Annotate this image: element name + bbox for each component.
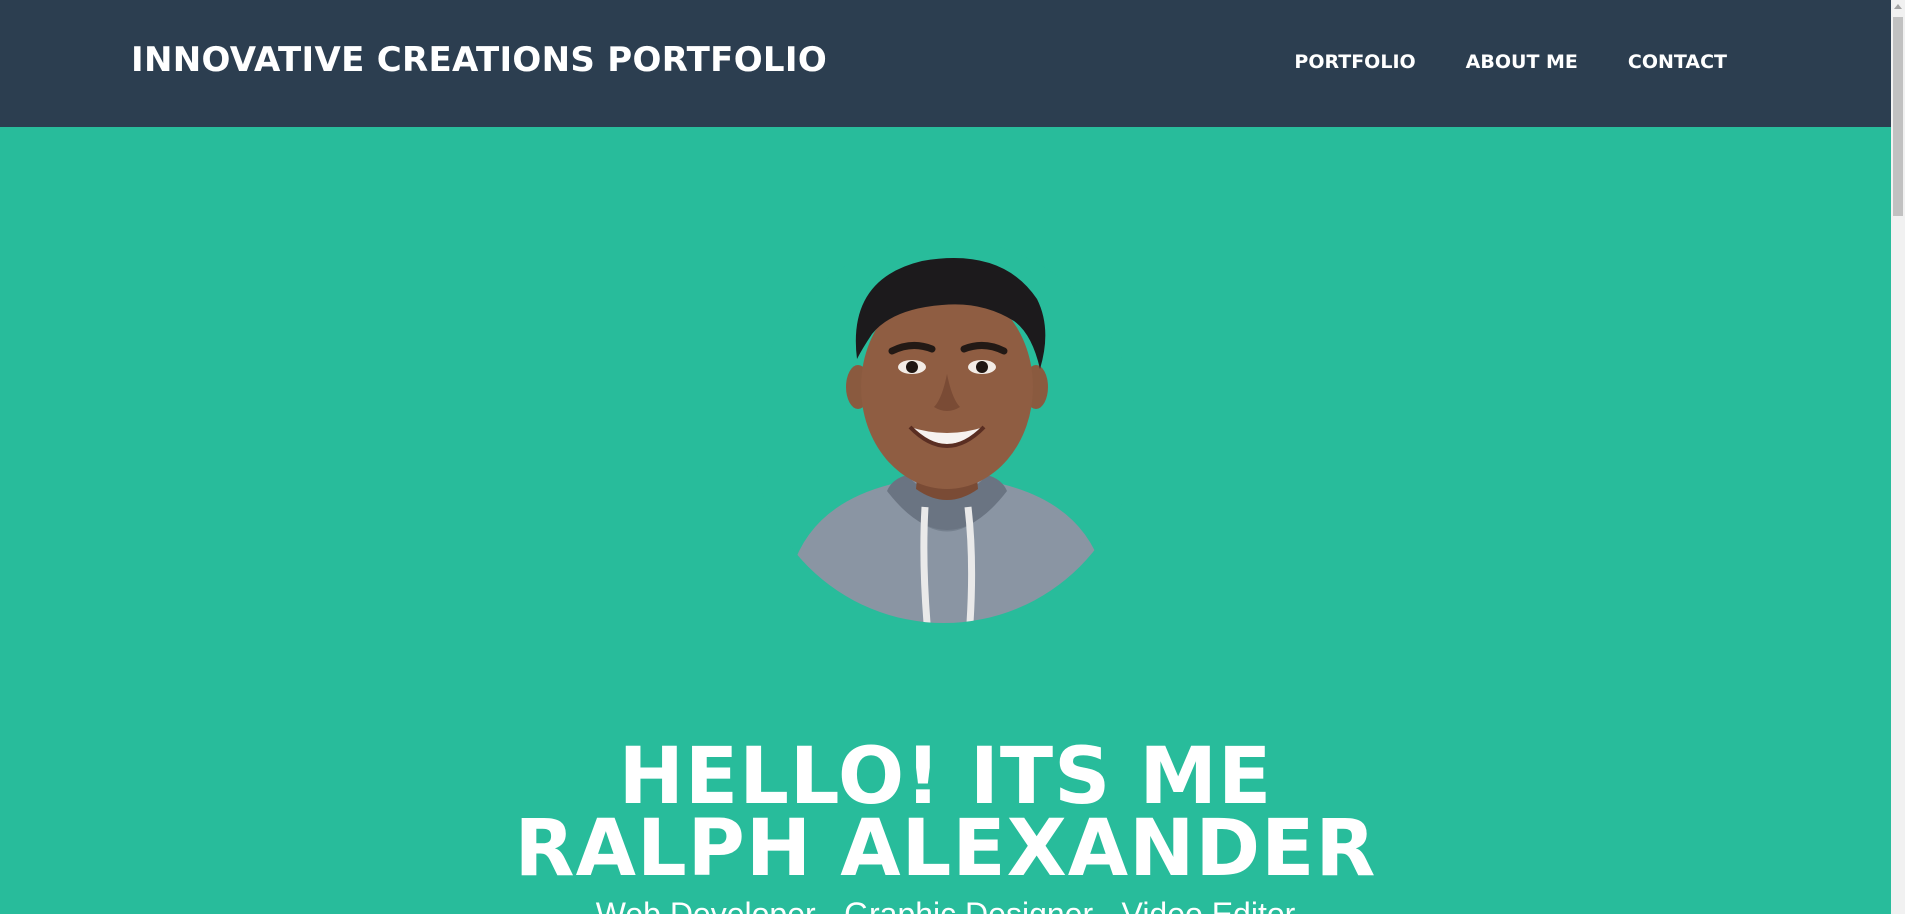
nav-links: PORTFOLIO ABOUT ME CONTACT — [1244, 50, 1727, 74]
hero-subtitle: Web Developer - Graphic Designer - Video… — [595, 896, 1296, 914]
hero-heading: HELLO! ITS ME RALPH ALEXANDER — [0, 732, 1891, 895]
brand-link[interactable]: INNOVATIVE CREATIONS PORTFOLIO — [131, 40, 827, 80]
navbar: INNOVATIVE CREATIONS PORTFOLIO PORTFOLIO… — [0, 0, 1891, 127]
vertical-scrollbar[interactable] — [1891, 0, 1905, 914]
nav-link-contact[interactable]: CONTACT — [1628, 50, 1727, 74]
scrollbar-thumb[interactable] — [1893, 17, 1903, 216]
nav-link-portfolio[interactable]: PORTFOLIO — [1294, 50, 1415, 74]
nav-link-about-me[interactable]: ABOUT ME — [1466, 50, 1578, 74]
scroll-up-arrow-icon[interactable] — [1894, 4, 1902, 9]
hero-heading-line-2: RALPH ALEXANDER — [514, 804, 1377, 895]
page: INNOVATIVE CREATIONS PORTFOLIO PORTFOLIO… — [0, 0, 1905, 914]
hero-heading-line-1: HELLO! ITS ME — [618, 732, 1273, 823]
profile-photo-illustration — [792, 258, 1102, 623]
hero-section: HELLO! ITS ME RALPH ALEXANDER Web Develo… — [0, 127, 1891, 914]
profile-avatar — [752, 239, 1136, 623]
